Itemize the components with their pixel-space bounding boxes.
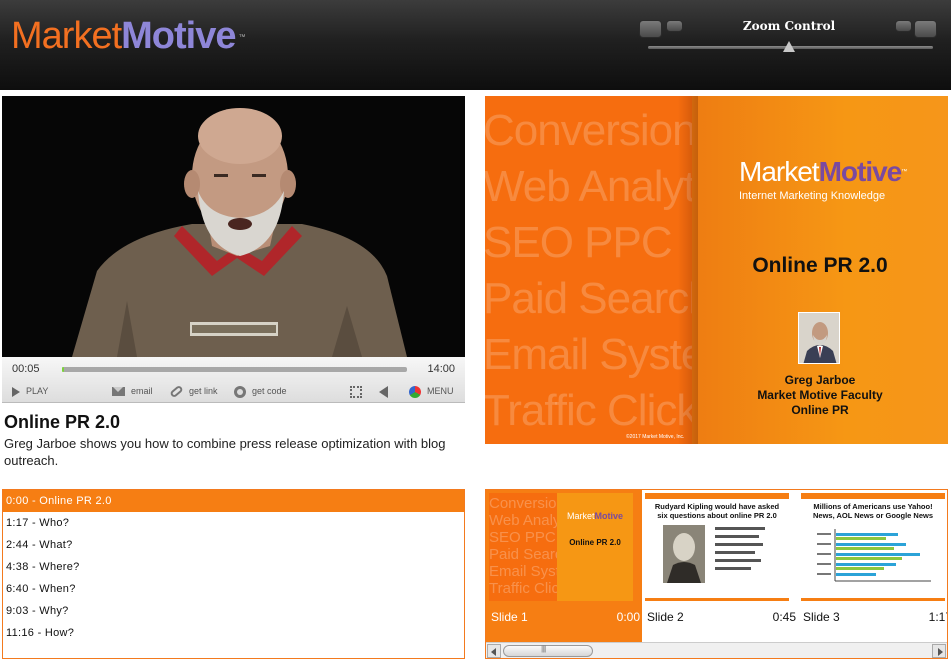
thumb-logo-motive: Motive	[594, 511, 624, 521]
envelope-icon	[112, 387, 125, 397]
video-description: Greg Jarboe shows you how to combine pre…	[4, 436, 446, 468]
volume-icon	[379, 385, 388, 398]
slide-bg-word: Email Systems	[485, 330, 692, 379]
slide-logo: MarketMotive™	[739, 156, 907, 188]
thumbnail-scrollbar[interactable]	[486, 642, 947, 658]
zoom-out-small-button[interactable]	[666, 20, 683, 32]
thumb-title-panel	[557, 493, 633, 601]
slide-thumbnail-label: Slide 3	[803, 610, 840, 624]
link-icon	[169, 384, 184, 399]
slide-thumbnail-strip: Conversion Web Analytics SEO PPC Paid Se…	[485, 489, 948, 659]
slide-copyright: ©2017 Market Motive, Inc.	[626, 434, 685, 440]
slide-thumbnail[interactable]: Rudyard Kipling would have asked six que…	[642, 490, 798, 642]
app-header: MarketMotive ™ Zoom Control	[0, 0, 951, 90]
email-label: email	[131, 386, 153, 396]
zoom-in-small-button[interactable]	[895, 20, 912, 32]
thumb-header-bar	[645, 493, 789, 499]
slide-bg-word: Traffic Clicks	[485, 386, 692, 435]
thumb-bg-word: Conversion	[489, 495, 565, 512]
zoom-out-large-button[interactable]	[639, 20, 662, 38]
get-link-button[interactable]: get link	[169, 384, 218, 399]
thumb-logo-market: Market	[567, 511, 595, 521]
slide-bg-word: Web Analytics	[485, 162, 692, 211]
slide-logo-trademark: ™	[901, 169, 907, 175]
logo-text-market: Market	[11, 15, 122, 57]
menu-label: MENU	[427, 386, 454, 396]
fullscreen-button[interactable]	[350, 384, 368, 398]
fullscreen-icon	[350, 385, 362, 398]
thumb-logo: MarketMotive	[567, 511, 623, 521]
thumb-header-bar	[801, 493, 945, 499]
scroll-left-button[interactable]	[487, 644, 501, 658]
slide-thumbnail-label: Slide 2	[647, 610, 684, 624]
current-time: 00:05	[12, 363, 40, 375]
chapter-item[interactable]: 0:00 - Online PR 2.0	[3, 490, 464, 512]
thumb-title: Online PR 2.0	[569, 538, 621, 547]
get-code-label: get code	[252, 386, 287, 396]
menu-button[interactable]: MENU	[409, 384, 454, 398]
slide-presenter-info: Greg Jarboe Market Motive Faculty Online…	[692, 373, 948, 418]
slide-keyword-panel: Conversion Web Analytics SEO PPC Paid Se…	[485, 96, 692, 444]
chapter-list: 0:00 - Online PR 2.0 1:17 - Who? 2:44 - …	[2, 489, 465, 659]
thumb-heading: Rudyard Kipling would have asked six que…	[654, 502, 780, 520]
slide-bg-word: SEO PPC	[485, 218, 673, 267]
menu-icon	[409, 385, 421, 398]
volume-button[interactable]	[379, 384, 394, 398]
slide-thumbnail-image: Millions of Americans use Yahoo! News, A…	[801, 493, 945, 601]
slide-course: Online PR	[791, 403, 849, 417]
chapter-item[interactable]: 4:38 - Where?	[3, 556, 464, 578]
slide-presenter-name: Greg Jarboe	[784, 373, 856, 387]
bar-chart-icon	[817, 529, 931, 582]
play-label: PLAY	[26, 386, 49, 396]
embed-code-icon	[234, 385, 246, 398]
get-link-label: get link	[189, 386, 218, 396]
zoom-in-large-button[interactable]	[914, 20, 937, 38]
duration-time: 14:00	[427, 363, 455, 375]
slide-thumbnail-image: Conversion Web Analytics SEO PPC Paid Se…	[489, 493, 633, 601]
video-frame[interactable]	[2, 96, 465, 357]
logo-trademark: ™	[238, 34, 246, 41]
scroll-right-button[interactable]	[932, 644, 946, 658]
slide-faculty: Market Motive Faculty	[757, 388, 883, 402]
slide-thumbnail-label: Slide 1	[491, 610, 528, 624]
get-code-button[interactable]: get code	[234, 384, 287, 398]
kipling-portrait-icon	[663, 525, 765, 583]
presenter-photo	[798, 312, 840, 364]
chapter-item[interactable]: 11:16 - How?	[3, 622, 464, 644]
chapter-item[interactable]: 9:03 - Why?	[3, 600, 464, 622]
slide-thumbnail-time: 1:17	[928, 610, 947, 624]
chapter-item[interactable]: 1:17 - Who?	[3, 512, 464, 534]
slide-logo-motive: Motive	[818, 156, 903, 187]
zoom-control-label: Zoom Control	[742, 19, 836, 33]
zoom-slider-handle[interactable]	[783, 41, 795, 52]
slide-tagline: Internet Marketing Knowledge	[739, 190, 886, 202]
logo-text-motive: Motive	[121, 15, 236, 57]
presenter-video-image	[2, 96, 465, 357]
thumb-bg-word: SEO PPC	[489, 529, 556, 546]
slide-thumbnail[interactable]: Millions of Americans use Yahoo! News, A…	[798, 490, 947, 642]
scrollbar-thumb[interactable]	[503, 644, 593, 657]
chapter-item[interactable]: 2:44 - What?	[3, 534, 464, 556]
slide-logo-market: Market	[739, 156, 820, 187]
slide-thumbnail-image: Rudyard Kipling would have asked six que…	[645, 493, 789, 601]
slide-thumbnail[interactable]: Conversion Web Analytics SEO PPC Paid Se…	[486, 490, 642, 642]
thumb-footer-bar	[801, 598, 945, 601]
seek-bar-progress	[62, 367, 65, 372]
play-button[interactable]: PLAY	[12, 384, 48, 398]
slide-title: Online PR 2.0	[752, 254, 888, 277]
slide-thumbnail-time: 0:45	[772, 610, 796, 624]
slide-thumbnail-time: 0:00	[616, 610, 640, 624]
email-button[interactable]: email	[112, 384, 153, 398]
video-title: Online PR 2.0	[4, 412, 121, 432]
chapter-item[interactable]: 6:40 - When?	[3, 578, 464, 600]
slide-bg-word: Paid Search	[485, 274, 692, 323]
thumb-heading: Millions of Americans use Yahoo! News, A…	[812, 502, 934, 520]
slide-bg-word: Conversion	[485, 106, 692, 155]
video-controls: 00:05 14:00 PLAY email get link get code…	[2, 357, 465, 403]
current-slide: Conversion Web Analytics SEO PPC Paid Se…	[485, 96, 948, 444]
seek-bar[interactable]	[62, 367, 407, 372]
play-icon	[12, 386, 20, 397]
market-motive-logo: MarketMotive ™	[11, 14, 246, 58]
thumb-footer-bar	[645, 598, 789, 601]
